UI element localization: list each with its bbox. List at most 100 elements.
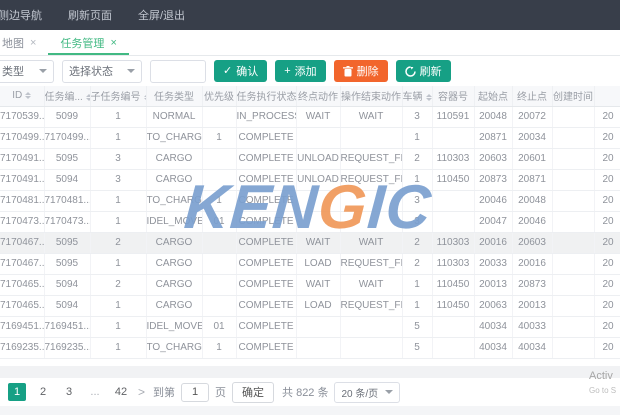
cell [432,127,474,148]
filter-toolbar: 类型 选择状态 ✓ 确认 + 添加 删除 [0,56,620,86]
table-row[interactable]: 7170491...50953CARGOCOMPLETEUNLOADREQUES… [0,148,620,169]
status-select-value: 选择状态 [69,63,113,79]
column-header-4[interactable]: 优先级 [202,86,236,106]
column-header-2[interactable]: 子任务编号 [90,86,146,106]
cell: 1 [90,253,146,274]
cell: 7170473... [44,211,90,232]
table-row[interactable]: 7169451...7169451...1IDEL_MOVE01COMPLETE… [0,316,620,337]
cell: 5095 [44,232,90,253]
table-row[interactable]: 7170499...7170499...1TO_CHARGE1COMPLETE1… [0,127,620,148]
cell [552,232,594,253]
column-header-5[interactable]: 任务执行状态 [236,86,296,106]
table-row[interactable]: 7169235...7169235...1TO_CHARGE1COMPLETE5… [0,337,620,358]
table-row[interactable]: 7170481...7170481...1TO_CHARGE1COMPLETE3… [0,190,620,211]
sort-caret-icon[interactable] [25,89,31,102]
cell: REQUEST_FI... [340,169,402,190]
topbar-item-sidebar-toggle[interactable]: 换侧边导航 [0,7,42,23]
cell: 7170473... [0,211,44,232]
column-header-13[interactable] [594,86,620,106]
cell: TO_CHARGE [146,337,202,358]
tab-1[interactable]: 任务管理× [48,30,128,55]
cell: CARGO [146,295,202,316]
cell: 20 [594,232,620,253]
cell: 110450 [432,295,474,316]
keyword-input[interactable] [150,60,206,83]
table-row[interactable]: 7170467...50952CARGOCOMPLETEWAITWAIT2110… [0,232,620,253]
cell: 20 [594,106,620,127]
close-icon[interactable]: × [110,37,116,49]
next-page-button[interactable]: > [138,385,145,399]
topbar-item-refresh-page[interactable]: 刷新页面 [68,7,112,23]
cell [432,316,474,337]
column-header-12[interactable]: 创建时间 [552,86,594,106]
page-button-2[interactable]: 2 [34,383,52,401]
table-row[interactable]: 7170465...50942CARGOCOMPLETEWAITWAIT1110… [0,274,620,295]
table-row[interactable]: 7170539...50991NORMALIN_PROCESSWAITWAIT3… [0,106,620,127]
check-icon: ✓ [223,66,232,77]
page-button-3[interactable]: 3 [60,383,78,401]
page-size-select[interactable]: 20 条/页 [334,382,400,403]
cell: TO_CHARGE [146,190,202,211]
table-row[interactable]: 7170473...7170473...1IDEL_MOVE01COMPLETE… [0,211,620,232]
column-header-10[interactable]: 起始点 [474,86,512,106]
confirm-button[interactable]: ✓ 确认 [214,60,267,82]
delete-button[interactable]: 删除 [334,60,388,82]
cell: COMPLETE [236,232,296,253]
cell: 3 [90,169,146,190]
column-header-11[interactable]: 终止点 [512,86,552,106]
cell: 20034 [512,127,552,148]
tab-label: 地图 [2,35,24,51]
cell: WAIT [296,274,340,295]
cell: 01 [202,316,236,337]
column-header-label: 操作结束动作 [341,92,401,103]
close-icon[interactable]: × [30,37,36,49]
table-row[interactable]: 7170491...50943CARGOCOMPLETEUNLOADREQUES… [0,169,620,190]
cell: 20033 [474,253,512,274]
cell: 40033 [512,316,552,337]
cell: 20871 [512,169,552,190]
page-button-1[interactable]: 1 [8,383,26,401]
cell: 7169451... [0,316,44,337]
cell [552,253,594,274]
add-button[interactable]: + 添加 [275,60,325,82]
column-header-label: 终止点 [517,92,547,103]
sort-caret-icon[interactable] [86,91,90,104]
cell: WAIT [340,274,402,295]
cell: 7170465... [0,295,44,316]
cell: 20072 [512,106,552,127]
column-header-1[interactable]: 任务编... [44,86,90,106]
cell: 20016 [512,253,552,274]
status-select[interactable]: 选择状态 [62,60,142,83]
tab-0[interactable]: 地图 × [0,30,48,55]
table-row[interactable]: 7170467...50951CARGOCOMPLETELOADREQUEST_… [0,253,620,274]
cell: 5094 [44,274,90,295]
page-button-42[interactable]: 42 [112,383,130,401]
table-row[interactable]: 7170465...50941CARGOCOMPLETELOADREQUEST_… [0,295,620,316]
cell: 20046 [474,190,512,211]
cell: 3 [402,211,432,232]
type-select[interactable]: 类型 [0,60,54,83]
cell [296,337,340,358]
column-header-6[interactable]: 终点动作 [296,86,340,106]
cell [202,253,236,274]
cell: 5094 [44,169,90,190]
cell [202,106,236,127]
column-header-label: 终点动作 [298,92,338,103]
task-grid: ID任务编...子任务编号任务类型优先级任务执行状态终点动作操作结束动作车辆容器… [0,86,620,359]
cell [552,295,594,316]
column-header-8[interactable]: 车辆 [402,86,432,106]
goto-page-input[interactable] [181,383,209,402]
sort-caret-icon[interactable] [426,91,432,104]
cell: 20601 [512,148,552,169]
cell [202,295,236,316]
cell [432,190,474,211]
column-header-3[interactable]: 任务类型 [146,86,202,106]
refresh-button[interactable]: 刷新 [396,60,451,82]
column-header-0[interactable]: ID [0,86,44,106]
goto-confirm-button[interactable]: 确定 [232,382,274,403]
column-header-9[interactable]: 容器号 [432,86,474,106]
column-header-label: 车辆 [403,92,423,103]
column-header-7[interactable]: 操作结束动作 [340,86,402,106]
topbar-item-fullscreen-exit[interactable]: 全屏/退出 [138,7,185,23]
cell: 1 [202,337,236,358]
